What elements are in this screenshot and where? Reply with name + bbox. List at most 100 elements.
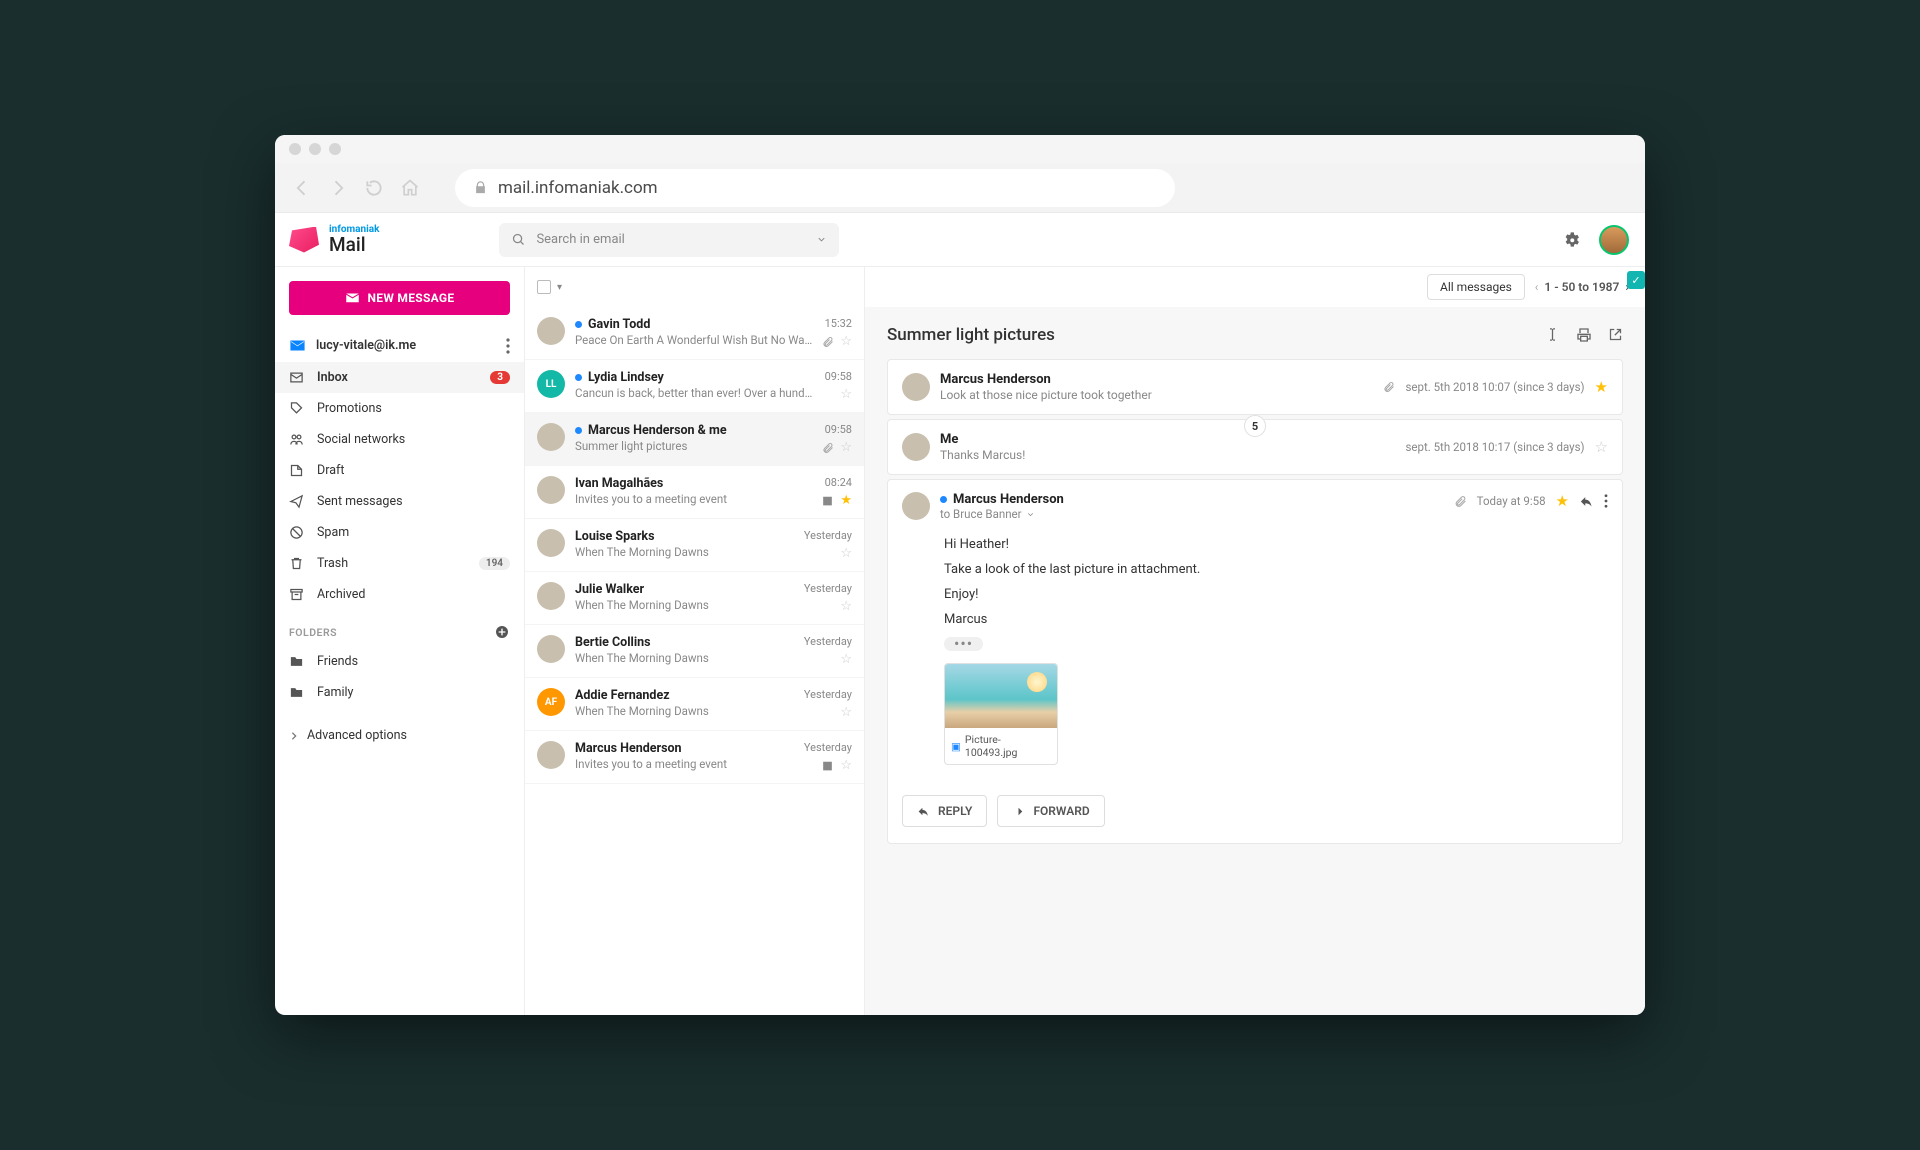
sidebar-item-trash[interactable]: Trash194 (275, 548, 524, 579)
unread-dot-icon (575, 427, 582, 434)
message-body: Hi Heather! Take a look of the last pictu… (888, 533, 1622, 781)
advanced-options[interactable]: Advanced options (275, 716, 524, 755)
select-caret-icon[interactable]: ▾ (557, 282, 562, 293)
message-item[interactable]: Marcus HendersonInvites you to a meeting… (525, 731, 864, 784)
text-cursor-icon[interactable] (1545, 327, 1560, 343)
star-icon[interactable]: ☆ (840, 758, 852, 773)
compose-button[interactable]: NEW MESSAGE (289, 281, 510, 315)
sender-name: Marcus Henderson (940, 372, 1373, 387)
collapsed-count-badge[interactable]: 5 (1244, 415, 1266, 437)
reply-row: REPLY FORWARD (888, 781, 1622, 843)
message-item[interactable]: Gavin ToddPeace On Earth A Wonderful Wis… (525, 307, 864, 360)
pager: ‹ 1 - 50 to 1987 › (1535, 280, 1629, 294)
home-icon[interactable] (399, 177, 421, 199)
star-icon[interactable]: ★ (840, 493, 852, 508)
star-icon[interactable]: ☆ (840, 599, 852, 614)
sender-avatar (537, 582, 565, 610)
search-input[interactable]: Search in email (499, 223, 839, 257)
verify-badge-icon[interactable]: ✓ (1627, 271, 1645, 289)
body-line: Take a look of the last picture in attac… (944, 562, 1608, 577)
message-meta: sept. 5th 2018 10:07 (since 3 days) (1405, 380, 1584, 394)
kebab-icon[interactable] (1604, 494, 1608, 508)
message-item[interactable]: Bertie CollinsWhen The Morning Dawns Yes… (525, 625, 864, 678)
forward-arrow-icon (1012, 805, 1025, 818)
attachment-card[interactable]: ▣Picture-100493.jpg (944, 663, 1058, 765)
search-icon (511, 232, 526, 247)
star-icon[interactable]: ☆ (840, 387, 852, 402)
star-icon[interactable]: ☆ (840, 334, 852, 349)
content-area: NEW MESSAGE lucy-vitale@ik.me Inbox3Prom… (275, 267, 1645, 1015)
user-avatar[interactable] (1599, 225, 1629, 255)
subject-row: Summer light pictures (887, 321, 1623, 359)
print-icon[interactable] (1576, 327, 1592, 343)
chevron-down-icon (1026, 510, 1035, 519)
url-text: mail.infomaniak.com (498, 178, 658, 198)
open-sender: Marcus Henderson (953, 492, 1064, 507)
message-item[interactable]: Louise SparksWhen The Morning Dawns Yest… (525, 519, 864, 572)
sidebar-item-sent[interactable]: Sent messages (275, 486, 524, 517)
badge: 3 (490, 371, 510, 384)
url-bar[interactable]: mail.infomaniak.com (455, 169, 1175, 207)
all-messages-button[interactable]: All messages (1427, 274, 1525, 300)
chevron-down-icon[interactable] (816, 234, 827, 245)
body-line: Hi Heather! (944, 537, 1608, 552)
sidebar-item-social[interactable]: Social networks (275, 424, 524, 455)
spam-icon (289, 525, 305, 540)
account-row[interactable]: lucy-vitale@ik.me (275, 329, 524, 362)
gear-icon[interactable] (1562, 230, 1581, 249)
search-placeholder: Search in email (536, 232, 806, 247)
sidebar-item-inbox[interactable]: Inbox3 (275, 362, 524, 393)
attachment-icon (1383, 381, 1395, 393)
body-line: Enjoy! (944, 587, 1608, 602)
sidebar-item-promotions[interactable]: Promotions (275, 393, 524, 424)
message-time: 15:32 (825, 317, 852, 330)
calendar-icon (821, 494, 834, 507)
sidebar-item-archived[interactable]: Archived (275, 579, 524, 610)
sender-avatar: LL (537, 370, 565, 398)
folder-item[interactable]: Friends (275, 646, 524, 677)
star-icon[interactable]: ☆ (840, 546, 852, 561)
message-item[interactable]: LL Lydia LindseyCancun is back, better t… (525, 360, 864, 413)
message-item[interactable]: Julie WalkerWhen The Morning Dawns Yeste… (525, 572, 864, 625)
star-icon[interactable]: ☆ (840, 440, 852, 455)
window-min-dot[interactable] (309, 143, 321, 155)
folder-item[interactable]: Family (275, 677, 524, 708)
reload-icon[interactable] (363, 177, 385, 199)
forward-button[interactable]: FORWARD (997, 795, 1104, 827)
add-folder-icon[interactable] (494, 624, 510, 640)
star-icon[interactable]: ★ (1595, 378, 1608, 396)
prev-page-icon[interactable]: ‹ (1535, 280, 1539, 294)
star-icon[interactable]: ★ (1556, 492, 1569, 510)
forward-icon[interactable] (327, 177, 349, 199)
subject-actions (1545, 327, 1623, 343)
folders-heading: FOLDERS (275, 610, 524, 646)
star-icon[interactable]: ☆ (1595, 438, 1608, 456)
thread-subject: Summer light pictures (887, 325, 1545, 345)
sidebar-item-draft[interactable]: Draft (275, 455, 524, 486)
archived-icon (289, 587, 305, 602)
reply-icon[interactable] (1579, 494, 1594, 509)
star-icon[interactable]: ☆ (840, 652, 852, 667)
attachment-icon[interactable] (1454, 495, 1467, 508)
recipient-line[interactable]: to Bruce Banner (940, 507, 1444, 521)
account-email: lucy-vitale@ik.me (316, 338, 496, 353)
back-icon[interactable] (291, 177, 313, 199)
header-actions (1562, 225, 1629, 255)
popout-icon[interactable] (1608, 327, 1623, 343)
sidebar-item-spam[interactable]: Spam (275, 517, 524, 548)
message-item[interactable]: Marcus Henderson & meSummer light pictur… (525, 413, 864, 466)
window-max-dot[interactable] (329, 143, 341, 155)
message-item[interactable]: Ivan MagalhãesInvites you to a meeting e… (525, 466, 864, 519)
sender-name: Me (940, 432, 1395, 447)
trimmed-content-icon[interactable]: ••• (944, 637, 983, 651)
kebab-icon[interactable] (506, 338, 510, 354)
attachment-name: Picture-100493.jpg (965, 733, 1051, 759)
mail-icon (289, 337, 306, 354)
message-item[interactable]: AF Addie FernandezWhen The Morning Dawns… (525, 678, 864, 731)
reply-button[interactable]: REPLY (902, 795, 987, 827)
window-close-dot[interactable] (289, 143, 301, 155)
browser-toolbar: mail.infomaniak.com (275, 163, 1645, 213)
select-all-checkbox[interactable] (537, 280, 551, 294)
thread-message-collapsed[interactable]: Marcus HendersonLook at those nice pictu… (887, 359, 1623, 415)
star-icon[interactable]: ☆ (840, 705, 852, 720)
